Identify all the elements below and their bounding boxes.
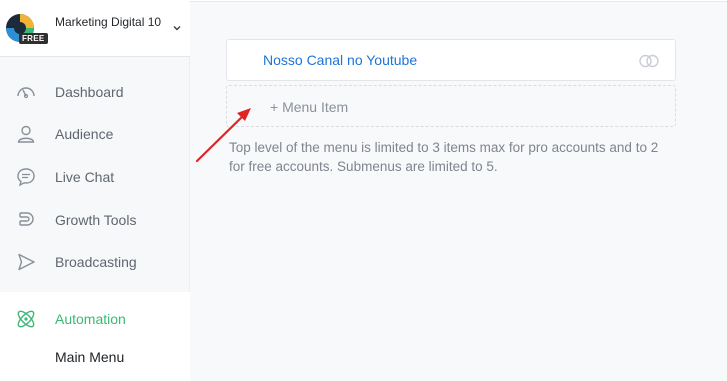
add-menu-item-label: + Menu Item [270, 99, 349, 115]
sidebar-item-label: Growth Tools [55, 212, 137, 228]
chevron-down-icon [173, 26, 181, 31]
audience-person-icon [14, 122, 38, 146]
sidebar-item-label: Automation [55, 311, 126, 327]
sidebar-item-label: Audience [55, 126, 114, 142]
sidebar-item-broadcasting[interactable]: Broadcasting [0, 241, 190, 283]
sidebar-item-label: Broadcasting [55, 254, 137, 270]
account-avatar: FREE [5, 13, 48, 45]
sidebar-subitem-main-menu[interactable]: Main Menu [55, 349, 124, 365]
sidebar-item-dashboard[interactable]: Dashboard [0, 71, 190, 113]
live-chat-bubble-icon [14, 165, 38, 189]
link-icon [639, 54, 659, 68]
menu-limit-hint: Top level of the menu is limited to 3 it… [229, 140, 659, 174]
menu-item-label[interactable]: Nosso Canal no Youtube [263, 52, 417, 68]
account-name: Marketing Digital 10 [55, 15, 162, 29]
sidebar: FREE Marketing Digital 10 Dashboard Audi… [0, 0, 190, 381]
sidebar-item-label: Dashboard [55, 84, 124, 100]
plan-badge: FREE [19, 33, 48, 44]
sidebar-item-automation[interactable]: Automation [0, 298, 190, 340]
top-divider [190, 0, 727, 2]
broadcasting-send-icon [14, 250, 38, 274]
sidebar-item-growth-tools[interactable]: Growth Tools [0, 199, 190, 241]
dashboard-gauge-icon [14, 80, 38, 104]
growth-tools-magnet-icon [14, 208, 38, 232]
automation-atom-icon [14, 307, 38, 331]
menu-item-card[interactable]: Nosso Canal no Youtube [226, 39, 676, 81]
sidebar-item-live-chat[interactable]: Live Chat [0, 156, 190, 198]
account-switcher[interactable]: FREE Marketing Digital 10 [0, 0, 190, 57]
sidebar-item-audience[interactable]: Audience [0, 113, 190, 155]
add-menu-item-button[interactable]: + Menu Item [226, 85, 676, 127]
sidebar-item-label: Live Chat [55, 169, 115, 185]
